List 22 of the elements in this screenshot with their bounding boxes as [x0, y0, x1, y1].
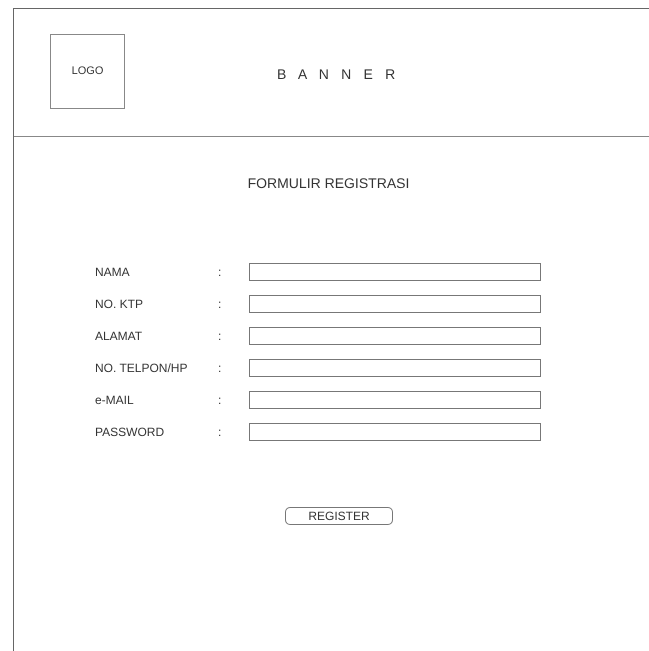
input-field[interactable]: [249, 359, 541, 377]
input-field[interactable]: [249, 295, 541, 313]
input-field[interactable]: [249, 263, 541, 281]
field-separator: :: [218, 424, 222, 441]
input-field[interactable]: [249, 327, 541, 345]
field-separator: :: [218, 296, 222, 313]
logo-text: LOGO: [72, 64, 104, 80]
field-separator: :: [218, 392, 222, 409]
field-label: ALAMAT: [95, 328, 144, 345]
input-field[interactable]: [249, 391, 541, 409]
field-label: e-MAIL: [95, 392, 135, 409]
field-separator: :: [218, 360, 222, 377]
banner-title: B A N N E R: [277, 65, 400, 84]
field-separator: :: [218, 264, 222, 281]
input-field[interactable]: [249, 423, 541, 441]
field-label: NO. TELPON/HP: [95, 360, 188, 377]
field-separator: :: [218, 328, 222, 345]
register-button[interactable]: REGISTER: [285, 507, 393, 525]
field-label: NAMA: [95, 264, 131, 281]
form-title: FORMULIR REGISTRASI: [248, 174, 410, 193]
field-label: PASSWORD: [95, 424, 166, 441]
field-label: NO. KTP: [95, 296, 144, 313]
